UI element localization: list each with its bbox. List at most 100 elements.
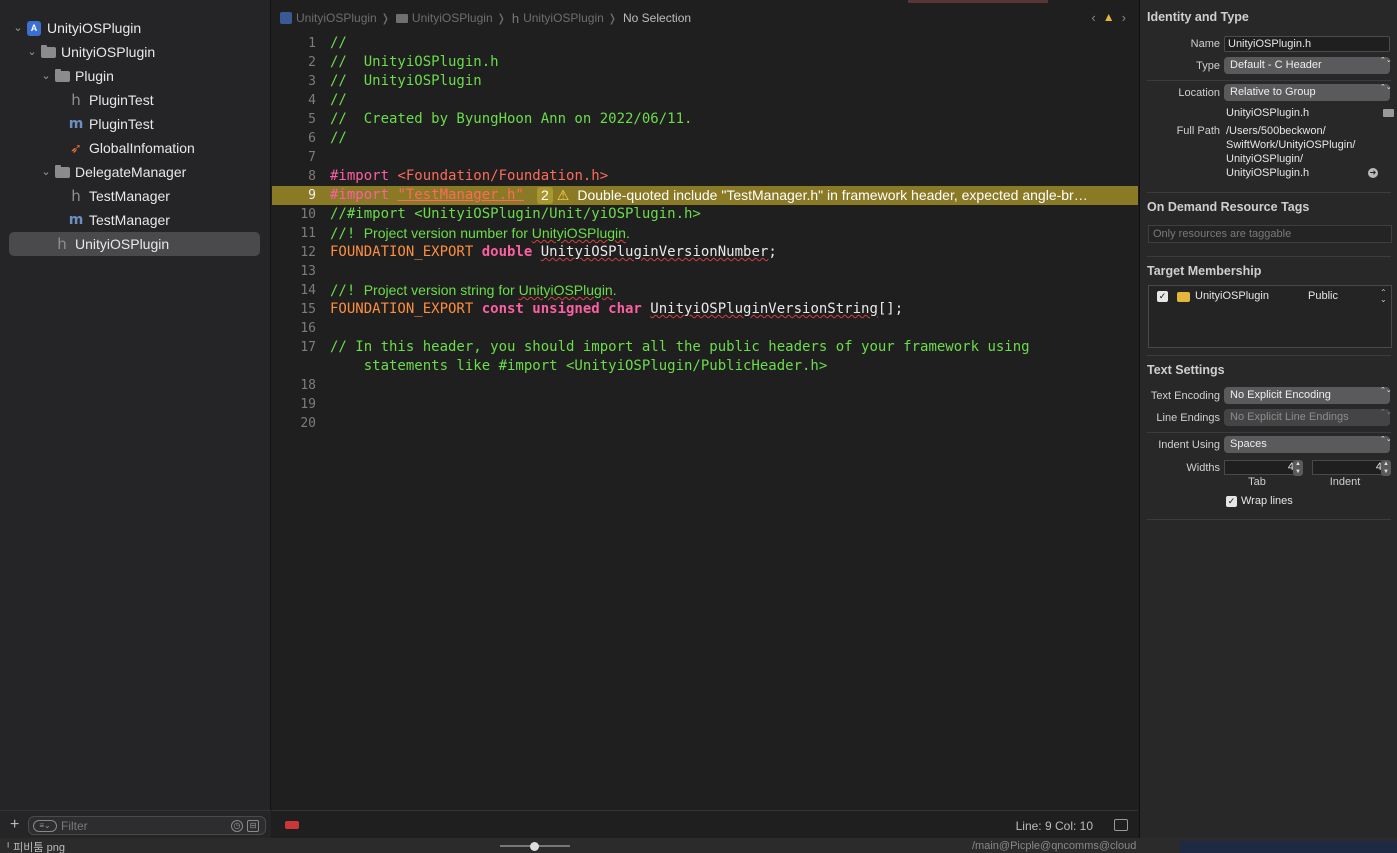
chevron-down-icon[interactable]: ⌄ <box>26 46 38 58</box>
full-path-line: /Users/500beckwon/ <box>1226 125 1326 137</box>
punctuation: []; <box>877 301 904 317</box>
warning-icon[interactable]: ▲ <box>1103 10 1115 25</box>
type-popup[interactable]: Default - C Header <box>1224 57 1390 74</box>
source-control-filter-icon[interactable]: ⊟ <box>247 820 259 832</box>
debug-area-toggle-icon[interactable] <box>1114 819 1128 831</box>
tree-row-file-selected[interactable]: h UnityiOSPlugin <box>9 232 260 256</box>
line-endings-popup[interactable]: No Explicit Line Endings <box>1224 409 1390 426</box>
folder-icon[interactable] <box>1383 109 1394 117</box>
issue-navigation: ‹ ▲ › <box>1091 10 1126 25</box>
doc-comment-end: . <box>625 225 630 241</box>
breakpoint-icon[interactable] <box>285 821 299 829</box>
jumpbar-group[interactable]: UnityiOSPlugin <box>395 11 493 25</box>
tree-row-label: TestManager <box>89 212 170 228</box>
chevron-right-icon: ❭ <box>607 12 617 25</box>
tree-row-file[interactable]: ➶ GlobalInfomation <box>0 136 270 160</box>
slider-knob[interactable] <box>530 842 539 851</box>
filter-options-icon[interactable]: ≡⌄ <box>33 820 57 832</box>
import-path: "TestManager.h" <box>397 187 524 203</box>
indent-using-popup[interactable]: Spaces <box>1224 436 1390 453</box>
jumpbar-file[interactable]: h UnityiOSPlugin <box>512 11 604 26</box>
code-line: 13 <box>272 262 1138 281</box>
tree-row-project[interactable]: ⌄ A UnityiOSPlugin <box>0 16 270 40</box>
tab-width-field[interactable]: 4 <box>1224 460 1298 475</box>
reveal-in-finder-icon[interactable]: ➜ <box>1368 168 1378 178</box>
tree-row-file[interactable]: h TestManager <box>0 184 270 208</box>
code-area[interactable]: 1 // 2 // UnityiOSPlugin.h 3 // UnityiOSPlu… <box>272 34 1138 433</box>
chevron-down-icon[interactable]: ⌄ <box>12 22 24 34</box>
tree-row-file[interactable]: m TestManager <box>0 208 270 232</box>
chevron-down-icon[interactable]: ⌄ <box>40 166 52 178</box>
filter-input[interactable]: ≡⌄ Filter ◷ ⊟ <box>28 816 266 835</box>
indent-width-field[interactable]: 4 <box>1312 460 1386 475</box>
line-number: 16 <box>300 321 316 336</box>
identifier: UnityiOSPluginVersionString <box>650 301 878 317</box>
name-field[interactable]: UnityiOSPlugin.h <box>1224 36 1390 52</box>
tree-row-group[interactable]: ⌄ UnityiOSPlugin <box>0 40 270 64</box>
folder-icon <box>40 44 56 60</box>
folder-icon <box>54 164 70 180</box>
tree-row-group[interactable]: ⌄ Plugin <box>0 64 270 88</box>
type-keyword: double <box>481 244 541 260</box>
tree-row-file[interactable]: m PluginTest <box>0 112 270 136</box>
code-line: 7 <box>272 148 1138 167</box>
indent-width-stepper[interactable]: ▲ ▼ <box>1381 460 1391 476</box>
code-line: 12 FOUNDATION_EXPORT double UnityiOSPlugi… <box>272 243 1138 262</box>
full-path-line: UnityiOSPlugin.h <box>1226 167 1310 179</box>
doc-comment-text: Project version string for <box>363 282 519 298</box>
wrap-lines-label: Wrap lines <box>1241 495 1293 507</box>
tab-width-stepper[interactable]: ▲ ▼ <box>1293 460 1303 476</box>
header-file-icon: h <box>71 91 81 109</box>
wrap-lines-checkbox[interactable]: ✓ <box>1226 496 1237 507</box>
header-file-icon: h <box>71 187 81 205</box>
jumpbar-project[interactable]: UnityiOSPlugin <box>280 11 377 25</box>
window-fragment <box>1180 841 1397 853</box>
tree-row-file[interactable]: h PluginTest <box>0 88 270 112</box>
location-popup[interactable]: Relative to Group <box>1224 84 1390 101</box>
swift-file-icon: ➶ <box>70 139 82 156</box>
warning-count: 2 <box>537 187 553 204</box>
objc-file-icon: m <box>68 212 84 228</box>
recent-files-icon[interactable]: ◷ <box>231 820 243 832</box>
divider <box>1147 355 1391 356</box>
name-label: Name <box>1190 38 1220 50</box>
folder-icon <box>54 68 70 84</box>
objc-file-icon: m <box>68 116 84 132</box>
chevron-left-icon[interactable]: ‹ <box>1091 10 1095 25</box>
jumpbar-selection[interactable]: No Selection <box>623 11 691 25</box>
macro: FOUNDATION_EXPORT <box>330 301 482 317</box>
divider <box>1147 192 1391 193</box>
code-line: 6 // <box>272 129 1138 148</box>
tree-row-label: TestManager <box>89 188 170 204</box>
identifier: UnityiOSPluginVersionNumber <box>540 244 769 260</box>
code-line: 3 // UnityiOSPlugin <box>272 72 1138 91</box>
visibility-popup[interactable]: Public <box>1308 290 1338 302</box>
membership-checkbox[interactable]: ✓ <box>1157 291 1168 302</box>
tree-row-group[interactable]: ⌄ DelegateManager <box>0 160 270 184</box>
full-path-line: UnityiOSPlugin/ <box>1226 153 1304 165</box>
doc-comment-end: . <box>612 282 617 298</box>
line-number: 4 <box>308 93 316 108</box>
location-file: UnityiOSPlugin.h <box>1226 107 1310 119</box>
line-endings-label: Line Endings <box>1156 412 1220 424</box>
add-icon[interactable]: + <box>10 816 19 834</box>
doc-comment-prefix: //! <box>330 226 364 242</box>
code-line: 11 //! Project version number for UnityiO… <box>272 224 1138 243</box>
inline-warning[interactable]: 2 ⚠ Double-quoted include "TestManager.h" … <box>537 186 1088 205</box>
encoding-popup[interactable]: No Explicit Encoding <box>1224 387 1390 404</box>
target-name: UnityiOSPlugin <box>1195 290 1269 302</box>
line-number: 13 <box>300 264 316 279</box>
code-line: 5 // Created by ByungHoon Ann on 2022/06/… <box>272 110 1138 129</box>
chevron-down-icon[interactable]: ⌄ <box>40 70 52 82</box>
line-number: 1 <box>308 36 316 51</box>
code-line: 18 <box>272 376 1138 395</box>
filter-placeholder: Filter <box>61 819 88 833</box>
tab-caption: Tab <box>1248 476 1266 488</box>
code-line: 16 <box>272 319 1138 338</box>
chevron-right-icon[interactable]: › <box>1122 10 1126 25</box>
resource-tags-field[interactable]: Only resources are taggable <box>1148 225 1392 243</box>
line-number: 6 <box>308 131 316 146</box>
section-title-odr: On Demand Resource Tags <box>1147 200 1310 214</box>
target-membership-list: ✓ UnityiOSPlugin Public ⌃ ⌄ <box>1148 285 1392 348</box>
desktop-path-label: /main@Picple@qncomms@cloud <box>972 840 1137 852</box>
